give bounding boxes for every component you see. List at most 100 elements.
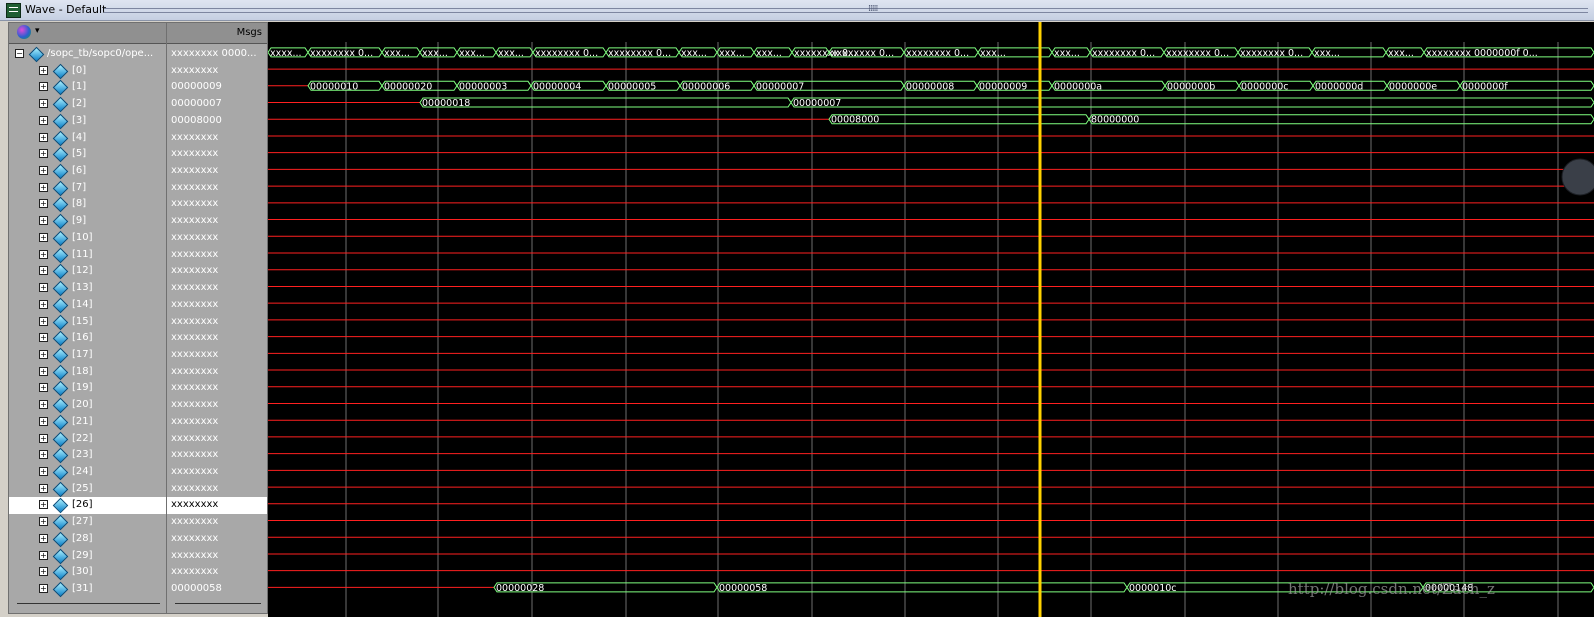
expand-toggle-icon[interactable]: +: [39, 149, 48, 159]
expand-toggle-icon[interactable]: +: [39, 333, 48, 343]
expand-toggle-icon[interactable]: +: [39, 550, 48, 560]
signal-row[interactable]: + [4]: [9, 130, 166, 147]
expand-toggle-icon[interactable]: +: [39, 249, 48, 259]
signal-row[interactable]: + [30]: [9, 564, 166, 581]
expand-toggle-icon[interactable]: +: [39, 65, 48, 75]
expand-toggle-icon[interactable]: +: [39, 584, 48, 594]
name-pane-scrollbar[interactable]: [17, 603, 160, 604]
value-row[interactable]: xxxxxxxx: [167, 347, 267, 364]
signal-row[interactable]: + [7]: [9, 180, 166, 197]
collapse-toggle-icon[interactable]: −: [15, 49, 24, 58]
value-row[interactable]: xxxxxxxx: [167, 230, 267, 247]
value-row[interactable]: xxxxxxxx: [167, 314, 267, 331]
signal-row[interactable]: + [28]: [9, 531, 166, 548]
window-titlebar[interactable]: Wave - Default ⁞⁞⁞⁞⁞: [0, 0, 1594, 21]
expand-toggle-icon[interactable]: +: [39, 166, 48, 176]
value-row[interactable]: xxxxxxxx: [167, 431, 267, 448]
signal-row[interactable]: + [19]: [9, 380, 166, 397]
value-row[interactable]: xxxxxxxx: [167, 464, 267, 481]
value-row[interactable]: xxxxxxxx: [167, 247, 267, 264]
expand-toggle-icon[interactable]: +: [39, 533, 48, 543]
expand-toggle-icon[interactable]: +: [39, 115, 48, 125]
signal-row[interactable]: + [13]: [9, 280, 166, 297]
value-row[interactable]: xxxxxxxx: [167, 514, 267, 531]
signal-row[interactable]: + [12]: [9, 263, 166, 280]
value-row[interactable]: 00008000: [167, 113, 267, 130]
signal-row[interactable]: + [31]: [9, 581, 166, 598]
value-row[interactable]: xxxxxxxx: [167, 280, 267, 297]
expand-toggle-icon[interactable]: +: [39, 483, 48, 493]
value-pane-scrollbar[interactable]: [175, 603, 261, 604]
signal-row[interactable]: + [10]: [9, 230, 166, 247]
signal-row[interactable]: + [29]: [9, 548, 166, 565]
value-row[interactable]: xxxxxxxx: [167, 564, 267, 581]
signal-row[interactable]: + [3]: [9, 113, 166, 130]
value-row[interactable]: 00000007: [167, 96, 267, 113]
value-row[interactable]: xxxxxxxx: [167, 196, 267, 213]
expand-toggle-icon[interactable]: +: [39, 467, 48, 476]
value-row[interactable]: xxxxxxxx: [167, 497, 267, 515]
expand-toggle-icon[interactable]: +: [39, 266, 48, 276]
expand-toggle-icon[interactable]: +: [39, 366, 48, 376]
value-row[interactable]: xxxxxxxx 0000...: [167, 46, 267, 63]
expand-toggle-icon[interactable]: +: [39, 232, 48, 242]
signal-group-row[interactable]: − /sopc_tb/sopc0/ope...: [9, 46, 166, 63]
signal-row[interactable]: + [11]: [9, 247, 166, 264]
expand-toggle-icon[interactable]: +: [39, 517, 48, 527]
expand-toggle-icon[interactable]: +: [39, 283, 48, 293]
value-row[interactable]: xxxxxxxx: [167, 297, 267, 314]
signal-row[interactable]: + [15]: [9, 314, 166, 331]
value-row[interactable]: xxxxxxxx: [167, 63, 267, 80]
signal-row[interactable]: + [26]: [9, 497, 166, 515]
expand-toggle-icon[interactable]: +: [39, 500, 48, 510]
signal-row[interactable]: + [25]: [9, 481, 166, 498]
expand-toggle-icon[interactable]: +: [39, 316, 48, 326]
expand-toggle-icon[interactable]: +: [39, 383, 48, 393]
value-row[interactable]: xxxxxxxx: [167, 163, 267, 180]
signal-row[interactable]: + [18]: [9, 364, 166, 381]
expand-toggle-icon[interactable]: +: [39, 132, 48, 142]
signal-row[interactable]: + [24]: [9, 464, 166, 481]
expand-toggle-icon[interactable]: +: [39, 450, 48, 460]
value-row[interactable]: xxxxxxxx: [167, 380, 267, 397]
value-row[interactable]: xxxxxxxx: [167, 130, 267, 147]
waveform-pane[interactable]: xxxx... xxxxxxxx 0... xxx... xxx... xxx... xx…: [268, 22, 1594, 617]
value-row[interactable]: xxxxxxxx: [167, 481, 267, 498]
expand-toggle-icon[interactable]: +: [39, 416, 48, 426]
value-row[interactable]: xxxxxxxx: [167, 531, 267, 548]
wave-tool-button[interactable]: ▾: [17, 25, 47, 41]
value-row[interactable]: xxxxxxxx: [167, 330, 267, 347]
signal-row[interactable]: + [21]: [9, 414, 166, 431]
value-row[interactable]: xxxxxxxx: [167, 414, 267, 431]
expand-toggle-icon[interactable]: +: [39, 433, 48, 443]
value-row[interactable]: xxxxxxxx: [167, 447, 267, 464]
value-row[interactable]: 00000058: [167, 581, 267, 598]
signal-row[interactable]: + [9]: [9, 213, 166, 230]
value-row[interactable]: xxxxxxxx: [167, 548, 267, 565]
expand-toggle-icon[interactable]: +: [39, 567, 48, 577]
expand-toggle-icon[interactable]: +: [39, 82, 48, 92]
signal-row[interactable]: + [5]: [9, 146, 166, 163]
signal-row[interactable]: + [6]: [9, 163, 166, 180]
expand-toggle-icon[interactable]: +: [39, 199, 48, 209]
value-row[interactable]: 00000009: [167, 79, 267, 96]
expand-toggle-icon[interactable]: +: [39, 349, 48, 359]
signal-row[interactable]: + [20]: [9, 397, 166, 414]
expand-toggle-icon[interactable]: +: [39, 216, 48, 226]
value-row[interactable]: xxxxxxxx: [167, 397, 267, 414]
signal-row[interactable]: + [16]: [9, 330, 166, 347]
drag-grip[interactable]: [104, 8, 1588, 13]
value-row[interactable]: xxxxxxxx: [167, 180, 267, 197]
expand-toggle-icon[interactable]: +: [39, 99, 48, 109]
signal-row[interactable]: + [8]: [9, 196, 166, 213]
signal-row[interactable]: + [14]: [9, 297, 166, 314]
signal-row[interactable]: + [22]: [9, 431, 166, 448]
signal-row[interactable]: + [23]: [9, 447, 166, 464]
value-row[interactable]: xxxxxxxx: [167, 364, 267, 381]
waveform-canvas[interactable]: xxxx... xxxxxxxx 0... xxx... xxx... xxx... xx…: [268, 22, 1594, 617]
expand-toggle-icon[interactable]: +: [39, 400, 48, 410]
value-row[interactable]: xxxxxxxx: [167, 213, 267, 230]
value-row[interactable]: xxxxxxxx: [167, 146, 267, 163]
expand-toggle-icon[interactable]: +: [39, 299, 48, 309]
signal-row[interactable]: + [2]: [9, 96, 166, 113]
